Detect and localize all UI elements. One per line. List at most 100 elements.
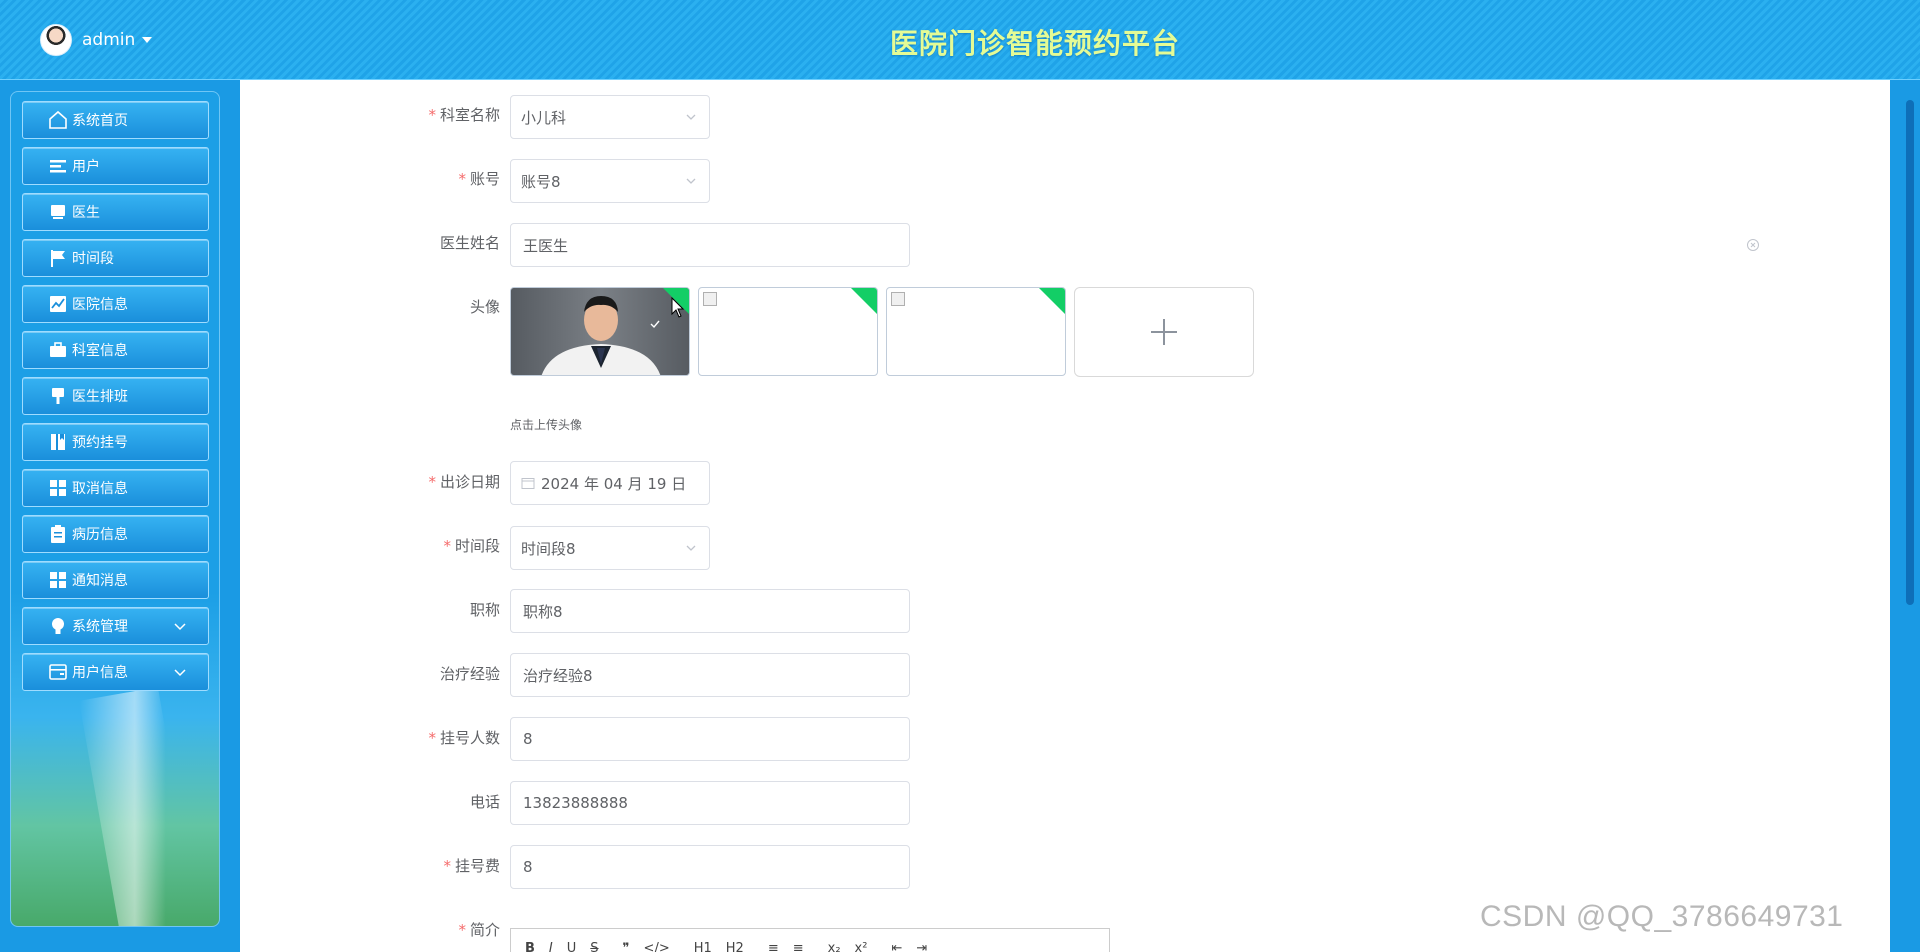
clipboard-icon xyxy=(48,524,68,544)
list-icon xyxy=(48,156,68,176)
fee-input[interactable]: 8 xyxy=(510,845,910,889)
main-content xyxy=(240,80,1890,952)
chevron-down-icon[interactable] xyxy=(172,664,188,680)
bold-button[interactable]: B xyxy=(525,941,535,952)
sidebar-item-label: 系统管理 xyxy=(72,619,128,635)
subscript-button[interactable]: x₂ xyxy=(828,941,841,952)
sidebar-item-label: 用户信息 xyxy=(72,665,128,681)
monitor-icon xyxy=(48,202,68,222)
ordered-list-button[interactable]: ≡ xyxy=(768,941,779,952)
watermark: CSDN @QQ_3786649731 xyxy=(1480,900,1844,933)
rich-text-toolbar: B I U S ❞ </> H1 H2 ≡ ≡ x₂ x² ⇤ ⇥ xyxy=(510,928,1110,952)
upload-success-badge xyxy=(1038,288,1065,315)
experience-input[interactable]: 治疗经验8 xyxy=(510,653,910,697)
mouse-cursor-icon xyxy=(671,297,685,318)
sidebar-item-label: 科室信息 xyxy=(72,343,128,359)
sidebar-item-cancellations[interactable]: 取消信息 xyxy=(22,469,209,507)
scrollbar[interactable] xyxy=(1906,100,1914,605)
sidebar: 系统首页 用户 医生 时间段 医院信息 科室信息 医生排班 预约挂号 取消信息 … xyxy=(10,91,220,927)
sidebar-item-label: 预约挂号 xyxy=(72,435,128,451)
sidebar-item-label: 系统首页 xyxy=(72,113,128,129)
clinic-date-label: * 出诊日期 xyxy=(428,473,500,491)
department-value: 小儿科 xyxy=(521,108,567,127)
wallet-icon xyxy=(48,662,68,682)
outdent-button[interactable]: ⇤ xyxy=(891,941,902,952)
broken-image-icon xyxy=(891,292,905,306)
sidebar-item-users[interactable]: 用户 xyxy=(22,147,209,185)
bullet-list-button[interactable]: ≡ xyxy=(793,941,804,952)
sidebar-item-schedule[interactable]: 医生排班 xyxy=(22,377,209,415)
department-label: * 科室名称 xyxy=(428,106,500,124)
avatar-thumbnail[interactable] xyxy=(510,287,690,376)
upload-hint: 点击上传头像 xyxy=(510,418,583,432)
avatar-thumbnail-broken[interactable] xyxy=(886,287,1066,376)
brush-icon xyxy=(48,386,68,406)
grid-icon xyxy=(48,570,68,590)
italic-button[interactable]: I xyxy=(549,941,553,952)
site-title: 医院门诊智能预约平台 xyxy=(889,27,1180,60)
doctor-name-label: 医生姓名 xyxy=(439,234,500,252)
avatar-upload-button[interactable] xyxy=(1074,287,1254,377)
chevron-down-icon xyxy=(686,114,696,120)
account-label: * 账号 xyxy=(458,170,500,188)
sidebar-item-label: 用户 xyxy=(72,159,100,175)
check-icon xyxy=(650,320,660,329)
sidebar-decoration xyxy=(79,687,203,926)
sidebar-item-doctors[interactable]: 医生 xyxy=(22,193,209,231)
clear-icon[interactable] xyxy=(1746,238,1760,252)
sidebar-item-medical-records[interactable]: 病历信息 xyxy=(22,515,209,553)
book-icon xyxy=(48,432,68,452)
avatar-label: 头像 xyxy=(469,298,500,316)
plus-icon xyxy=(1151,319,1177,345)
account-select[interactable]: 账号8 xyxy=(510,159,710,203)
underline-button[interactable]: U xyxy=(567,941,577,952)
code-button[interactable]: </> xyxy=(644,941,670,952)
title-label: 职称 xyxy=(469,601,500,619)
time-slot-value: 时间段8 xyxy=(521,539,576,558)
sidebar-item-label: 取消信息 xyxy=(72,481,128,497)
heading2-button[interactable]: H2 xyxy=(726,941,744,952)
sidebar-item-hospital-info[interactable]: 医院信息 xyxy=(22,285,209,323)
sidebar-item-label: 通知消息 xyxy=(72,573,128,589)
fee-label: * 挂号费 xyxy=(443,857,500,875)
sidebar-item-time-slots[interactable]: 时间段 xyxy=(22,239,209,277)
department-select[interactable]: 小儿科 xyxy=(510,95,710,139)
superscript-button[interactable]: x² xyxy=(855,941,868,952)
experience-label: 治疗经验 xyxy=(439,665,500,683)
account-value: 账号8 xyxy=(521,172,561,191)
top-header: admin 医院门诊智能预约平台 xyxy=(0,0,1920,80)
sidebar-item-system-management[interactable]: 系统管理 xyxy=(22,607,209,645)
bulb-icon xyxy=(48,616,68,636)
quote-button[interactable]: ❞ xyxy=(623,941,630,952)
clinic-date-picker[interactable]: 2024 年 04 月 19 日 xyxy=(510,461,710,505)
sidebar-item-home[interactable]: 系统首页 xyxy=(22,101,209,139)
indent-button[interactable]: ⇥ xyxy=(916,941,927,952)
sidebar-item-label: 医生排班 xyxy=(72,389,128,405)
strike-button[interactable]: S xyxy=(590,941,598,952)
flag-icon xyxy=(48,248,68,268)
registrations-input[interactable]: 8 xyxy=(510,717,910,761)
chevron-down-icon xyxy=(686,178,696,184)
briefcase-icon xyxy=(48,340,68,360)
chart-icon xyxy=(48,294,68,314)
phone-input[interactable]: 13823888888 xyxy=(510,781,910,825)
sidebar-item-label: 医院信息 xyxy=(72,297,128,313)
sidebar-item-department-info[interactable]: 科室信息 xyxy=(22,331,209,369)
home-icon xyxy=(48,110,68,130)
intro-label: * 简介 xyxy=(458,921,500,939)
title-input[interactable]: 职称8 xyxy=(510,589,910,633)
upload-success-badge xyxy=(850,288,877,315)
avatar-thumbnail-broken[interactable] xyxy=(698,287,878,376)
sidebar-item-appointments[interactable]: 预约挂号 xyxy=(22,423,209,461)
sidebar-item-label: 医生 xyxy=(72,205,100,221)
sidebar-item-notifications[interactable]: 通知消息 xyxy=(22,561,209,599)
broken-image-icon xyxy=(703,292,717,306)
sidebar-item-user-info[interactable]: 用户信息 xyxy=(22,653,209,691)
time-slot-select[interactable]: 时间段8 xyxy=(510,526,710,570)
doctor-name-input[interactable]: 王医生 xyxy=(510,223,910,267)
heading1-button[interactable]: H1 xyxy=(694,941,712,952)
time-slot-label: * 时间段 xyxy=(443,537,500,555)
chevron-down-icon xyxy=(686,545,696,551)
chevron-down-icon[interactable] xyxy=(172,618,188,634)
registrations-label: * 挂号人数 xyxy=(428,729,500,747)
